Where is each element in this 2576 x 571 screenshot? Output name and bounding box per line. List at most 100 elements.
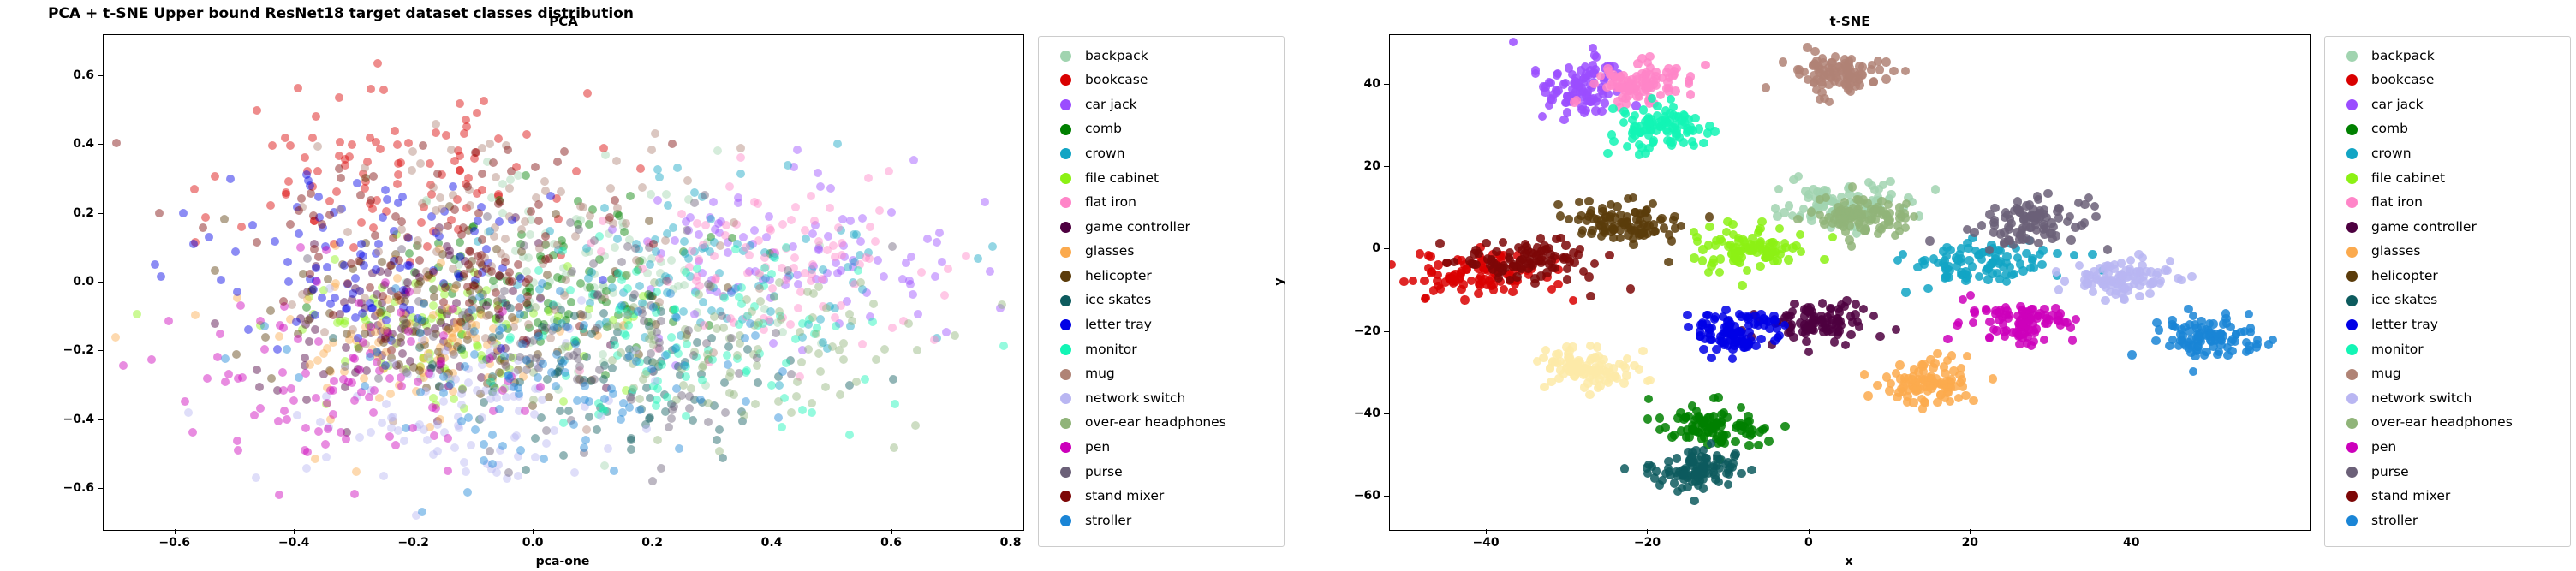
pca-plot-area[interactable] (103, 34, 1024, 531)
scatter-point (1961, 273, 1971, 283)
legend-item[interactable]: backpack (1046, 44, 1275, 68)
legend-item[interactable]: over-ear headphones (1046, 411, 1275, 436)
scatter-point (1812, 74, 1822, 84)
x-tick-mark (1486, 529, 1488, 534)
scatter-point (1672, 454, 1682, 463)
scatter-point (1661, 116, 1671, 127)
legend-item[interactable]: backpack (2332, 44, 2561, 68)
scatter-point (1856, 197, 1865, 207)
legend-item[interactable]: mug (1046, 362, 1275, 387)
scatter-point (468, 295, 478, 305)
legend-item[interactable]: bookcase (1046, 68, 1275, 93)
scatter-point (1833, 314, 1843, 324)
legend-item[interactable]: purse (2332, 460, 2561, 485)
scatter-point (449, 347, 458, 356)
scatter-point (1729, 331, 1738, 341)
legend-item[interactable]: stand mixer (1046, 485, 1275, 509)
legend-item[interactable]: comb (1046, 117, 1275, 142)
legend-item[interactable]: pen (1046, 436, 1275, 461)
scatter-point (1863, 206, 1872, 216)
legend-item[interactable]: letter tray (2332, 313, 2561, 338)
scatter-point (433, 417, 442, 426)
legend-item[interactable]: network switch (1046, 386, 1275, 411)
scatter-point (1720, 459, 1731, 469)
legend-item[interactable]: monitor (2332, 337, 2561, 362)
scatter-point (648, 367, 658, 376)
scatter-point (816, 366, 826, 376)
scatter-point (713, 324, 722, 334)
legend-item[interactable]: flat iron (1046, 191, 1275, 216)
tsne-plot-area[interactable] (1389, 34, 2311, 531)
legend-item[interactable]: purse (1046, 460, 1275, 485)
scatter-point (1474, 289, 1483, 299)
legend-item[interactable]: ice skates (1046, 288, 1275, 313)
legend-item[interactable]: letter tray (1046, 313, 1275, 338)
legend-item[interactable]: bookcase (2332, 68, 2561, 93)
scatter-point (480, 439, 489, 449)
scatter-point (516, 273, 525, 283)
scatter-point (720, 378, 730, 388)
legend-item[interactable]: crown (2332, 141, 2561, 166)
scatter-point (1841, 69, 1851, 80)
legend-item[interactable]: stand mixer (2332, 485, 2561, 509)
legend-item[interactable]: game controller (2332, 215, 2561, 240)
scatter-point (698, 243, 707, 253)
scatter-point (1559, 254, 1568, 264)
scatter-point (1784, 320, 1793, 330)
legend-item[interactable]: glasses (1046, 240, 1275, 265)
legend-item[interactable]: network switch (2332, 386, 2561, 411)
legend-item[interactable]: flat iron (2332, 191, 2561, 216)
y-tick-mark (98, 144, 103, 146)
legend-item[interactable]: ice skates (2332, 288, 2561, 313)
scatter-point (1690, 113, 1700, 123)
scatter-point (255, 383, 265, 392)
scatter-point (1608, 364, 1618, 373)
legend-item[interactable]: stroller (2332, 509, 2561, 533)
legend-marker-icon (2332, 74, 2371, 86)
legend-item[interactable]: stroller (1046, 509, 1275, 533)
scatter-point (686, 271, 695, 281)
scatter-point (1817, 299, 1827, 308)
legend-item[interactable]: monitor (1046, 337, 1275, 362)
scatter-point (1818, 202, 1828, 212)
legend-item[interactable]: pen (2332, 436, 2561, 461)
scatter-point (456, 318, 465, 327)
scatter-point (1723, 326, 1732, 336)
legend-item[interactable]: car jack (1046, 92, 1275, 117)
legend-item[interactable]: car jack (2332, 92, 2561, 117)
scatter-point (562, 371, 571, 380)
scatter-point (605, 321, 614, 330)
scatter-point (426, 364, 435, 373)
legend-item[interactable]: file cabinet (1046, 166, 1275, 191)
scatter-point (743, 344, 753, 354)
legend-item[interactable]: helicopter (1046, 264, 1275, 288)
scatter-point (1552, 234, 1561, 244)
scatter-point (1711, 420, 1720, 431)
legend-item[interactable]: helicopter (2332, 264, 2561, 288)
scatter-point (1561, 98, 1571, 108)
scatter-point (1839, 209, 1848, 218)
scatter-point (1758, 425, 1768, 435)
tsne-legend[interactable]: backpack bookcase car jack comb crown file ca… (2324, 36, 2571, 547)
legend-item[interactable]: game controller (1046, 215, 1275, 240)
scatter-point (491, 173, 500, 182)
legend-item[interactable]: over-ear headphones (2332, 411, 2561, 436)
scatter-point (510, 433, 520, 443)
scatter-point (468, 319, 477, 329)
legend-item[interactable]: mug (2332, 362, 2561, 387)
legend-item[interactable]: file cabinet (2332, 166, 2561, 191)
legend-item[interactable]: crown (1046, 141, 1275, 166)
scatter-point (418, 335, 427, 344)
scatter-point (1843, 74, 1852, 83)
legend-item[interactable]: comb (2332, 117, 2561, 142)
scatter-point (786, 355, 796, 365)
scatter-point (1846, 214, 1855, 224)
scatter-point (1445, 274, 1455, 283)
scatter-point (293, 84, 302, 93)
scatter-point (502, 474, 511, 484)
legend-item[interactable]: glasses (2332, 240, 2561, 265)
scatter-point (2035, 213, 2044, 223)
pca-legend[interactable]: backpack bookcase car jack comb crown file ca… (1038, 36, 1285, 547)
scatter-point (1891, 230, 1900, 240)
scatter-point (381, 277, 391, 287)
